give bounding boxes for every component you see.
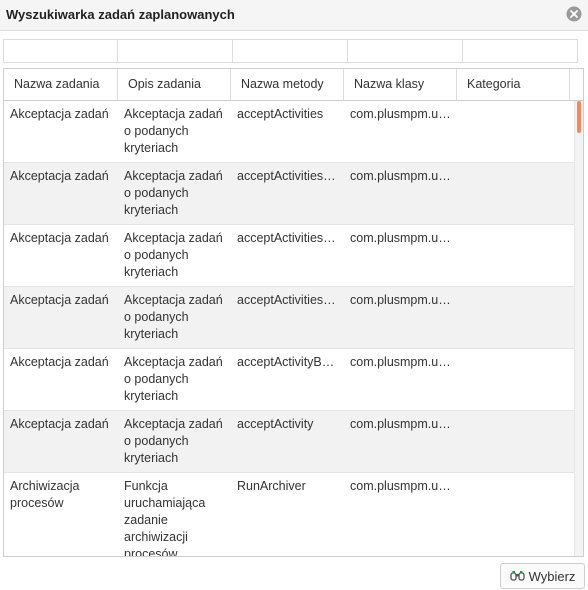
- cell-category: [457, 225, 570, 286]
- dialog-titlebar: Wyszukiwarka zadań zaplanowanych: [0, 0, 588, 31]
- select-button[interactable]: Wybierz: [500, 563, 585, 589]
- table-row[interactable]: Akceptacja zadań Akceptacja zadań o podan…: [4, 287, 574, 349]
- cell-method: acceptActivityByName: [237, 355, 344, 369]
- cell-method: acceptActivitiesWithVariables: [237, 293, 344, 307]
- binoculars-icon: [509, 570, 525, 582]
- dialog-title: Wyszukiwarka zadań zaplanowanych: [6, 7, 235, 22]
- cell-category: [457, 163, 570, 224]
- cell-name: Archiwizacja procesów: [10, 479, 80, 510]
- cell-category: [457, 101, 570, 162]
- column-header-name[interactable]: Nazwa zadania: [4, 69, 118, 101]
- cell-class: com.plusmpm.util.scheduledTasks.Schedule…: [350, 231, 457, 245]
- cell-class: com.plusmpm.util.scheduledTasks.Schedule…: [350, 293, 457, 307]
- cell-class: com.plusmpm.util.scheduledTasks.Schedule…: [350, 417, 457, 431]
- cell-class: com.plusmpm.util.scheduledTasks.Schedule…: [350, 355, 457, 369]
- column-header-class[interactable]: Nazwa klasy: [344, 69, 457, 101]
- header-filler: [570, 69, 583, 101]
- filter-input-description[interactable]: [118, 39, 233, 63]
- cell-name: Akceptacja zadań: [10, 417, 109, 431]
- table-row[interactable]: Akceptacja zadań Akceptacja zadań o podan…: [4, 101, 574, 163]
- cell-name: Akceptacja zadań: [10, 355, 109, 369]
- cell-category: [457, 287, 570, 348]
- cell-name: Akceptacja zadań: [10, 169, 109, 183]
- cell-name: Akceptacja zadań: [10, 293, 109, 307]
- cell-description: Akceptacja zadań o podanych kryteriach: [124, 293, 223, 341]
- filter-input-name[interactable]: [3, 39, 118, 63]
- cell-category: [457, 349, 570, 410]
- filter-input-category[interactable]: [463, 39, 578, 63]
- grid-body: Akceptacja zadań Akceptacja zadań o podan…: [4, 101, 574, 556]
- cell-description: Akceptacja zadań o podanych kryteriach: [124, 169, 223, 217]
- cell-name: Akceptacja zadań: [10, 107, 109, 121]
- filter-input-method[interactable]: [233, 39, 348, 63]
- cell-description: Akceptacja zadań o podanych kryteriach: [124, 417, 223, 465]
- close-icon[interactable]: [566, 6, 582, 22]
- cell-description: Akceptacja zadań o podanych kryteriach: [124, 107, 223, 155]
- cell-method: acceptActivitiesByActivityDefinition: [237, 231, 344, 245]
- cell-method: acceptActivitiesByProcessDefinition: [237, 169, 344, 183]
- cell-method: acceptActivity: [237, 417, 314, 431]
- table-row[interactable]: Akceptacja zadań Akceptacja zadań o podan…: [4, 411, 574, 473]
- column-header-method[interactable]: Nazwa metody: [231, 69, 344, 101]
- cell-description: Akceptacja zadań o podanych kryteriach: [124, 355, 223, 403]
- cell-method: acceptActivities: [237, 107, 324, 121]
- table-row[interactable]: Akceptacja zadań Akceptacja zadań o podan…: [4, 349, 574, 411]
- cell-class: com.plusmpm.util.scheduledTasks.Schedule…: [350, 169, 457, 183]
- tasks-grid: Nazwa zadania Opis zadania Nazwa metody …: [3, 68, 584, 557]
- column-header-category[interactable]: Kategoria: [457, 69, 570, 101]
- column-header-description[interactable]: Opis zadania: [118, 69, 231, 101]
- grid-header: Nazwa zadania Opis zadania Nazwa metody …: [4, 69, 583, 101]
- cell-method: RunArchiver: [237, 479, 306, 493]
- table-row[interactable]: Archiwizacja procesów Funkcja uruchamiają…: [4, 473, 574, 556]
- filter-input-class[interactable]: [348, 39, 463, 63]
- table-row[interactable]: Akceptacja zadań Akceptacja zadań o podan…: [4, 225, 574, 287]
- cell-class: com.plusmpm.util.scheduledTasks.Schedule…: [350, 107, 457, 121]
- cell-description: Akceptacja zadań o podanych kryteriach: [124, 231, 223, 279]
- cell-class: com.plusmpm.util.scheduledTasks.Schedule…: [350, 479, 457, 493]
- scrollbar-thumb[interactable]: [577, 101, 581, 133]
- cell-category: [457, 473, 570, 556]
- select-button-label: Wybierz: [528, 568, 576, 584]
- cell-description: Funkcja uruchamiająca zadanie archiwizac…: [124, 479, 206, 556]
- cell-category: [457, 411, 570, 472]
- table-row[interactable]: Akceptacja zadań Akceptacja zadań o podan…: [4, 163, 574, 225]
- grid-scrollbar[interactable]: [574, 101, 583, 556]
- cell-name: Akceptacja zadań: [10, 231, 109, 245]
- column-filters: [3, 39, 578, 63]
